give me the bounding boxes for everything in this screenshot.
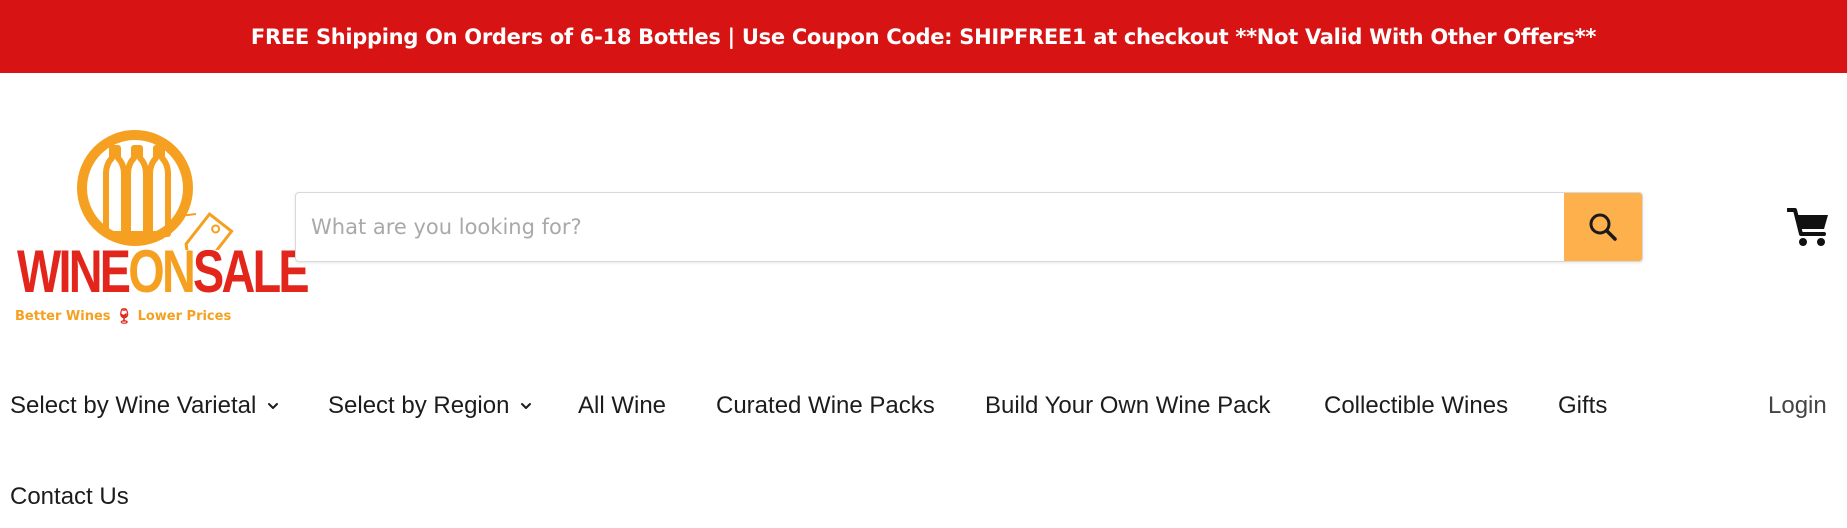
nav-item-gifts[interactable]: Gifts: [1558, 388, 1607, 424]
nav-item-collectible-wines[interactable]: Collectible Wines: [1324, 388, 1508, 424]
site-logo[interactable]: WINEONSALE Better Wines 🍷︎ Lower Prices: [12, 130, 310, 330]
nav-item-label: Build Your Own Wine Pack: [985, 392, 1271, 419]
nav-item-wine-varietal[interactable]: Select by Wine Varietal: [10, 388, 280, 424]
logo-word-sale: SALE: [193, 238, 310, 305]
logo-word-on: ON: [128, 238, 195, 305]
logo-bottles-mark: [77, 130, 234, 250]
nav-item-label: Select by Wine Varietal: [10, 392, 257, 419]
chevron-down-icon: [521, 403, 532, 409]
shopping-cart-icon: [1787, 208, 1828, 246]
nav-item-all-wine[interactable]: All Wine: [578, 388, 666, 424]
announcement-text: FREE Shipping On Orders of 6-18 Bottles …: [250, 24, 1597, 49]
main-nav: Select by Wine Varietal Select by Region…: [0, 388, 1847, 424]
logo-tagline: Better Wines 🍷︎ Lower Prices: [15, 307, 265, 325]
nav-item-label: Gifts: [1558, 392, 1608, 419]
login-link[interactable]: Login: [1768, 388, 1827, 424]
login-label: Login: [1768, 392, 1827, 419]
search-button[interactable]: [1564, 193, 1642, 261]
nav-item-label: Collectible Wines: [1324, 392, 1509, 419]
search-bar: [295, 192, 1643, 262]
nav-item-curated-wine-packs[interactable]: Curated Wine Packs: [716, 388, 935, 424]
logo-wordmark: WINEONSALE: [17, 242, 310, 302]
nav-item-build-wine-pack[interactable]: Build Your Own Wine Pack: [985, 388, 1270, 424]
cart-button[interactable]: [1784, 204, 1834, 250]
nav-item-contact-us[interactable]: Contact Us: [10, 479, 129, 515]
nav-item-label: All Wine: [578, 392, 667, 419]
nav-item-region[interactable]: Select by Region: [328, 388, 533, 424]
announcement-bar: FREE Shipping On Orders of 6-18 Bottles …: [0, 0, 1847, 73]
logo-tagline-left: Better Wines: [15, 308, 111, 324]
search-input[interactable]: [296, 193, 1564, 261]
nav-item-label: Select by Region: [328, 392, 510, 419]
chevron-down-icon: [268, 403, 279, 409]
wine-glass-icon: 🍷︎: [114, 307, 134, 325]
search-icon: [1589, 213, 1617, 241]
nav-item-label: Curated Wine Packs: [716, 392, 935, 419]
logo-word-wine: WINE: [17, 238, 131, 305]
nav-item-label: Contact Us: [10, 483, 129, 510]
logo-tagline-right: Lower Prices: [137, 308, 232, 324]
